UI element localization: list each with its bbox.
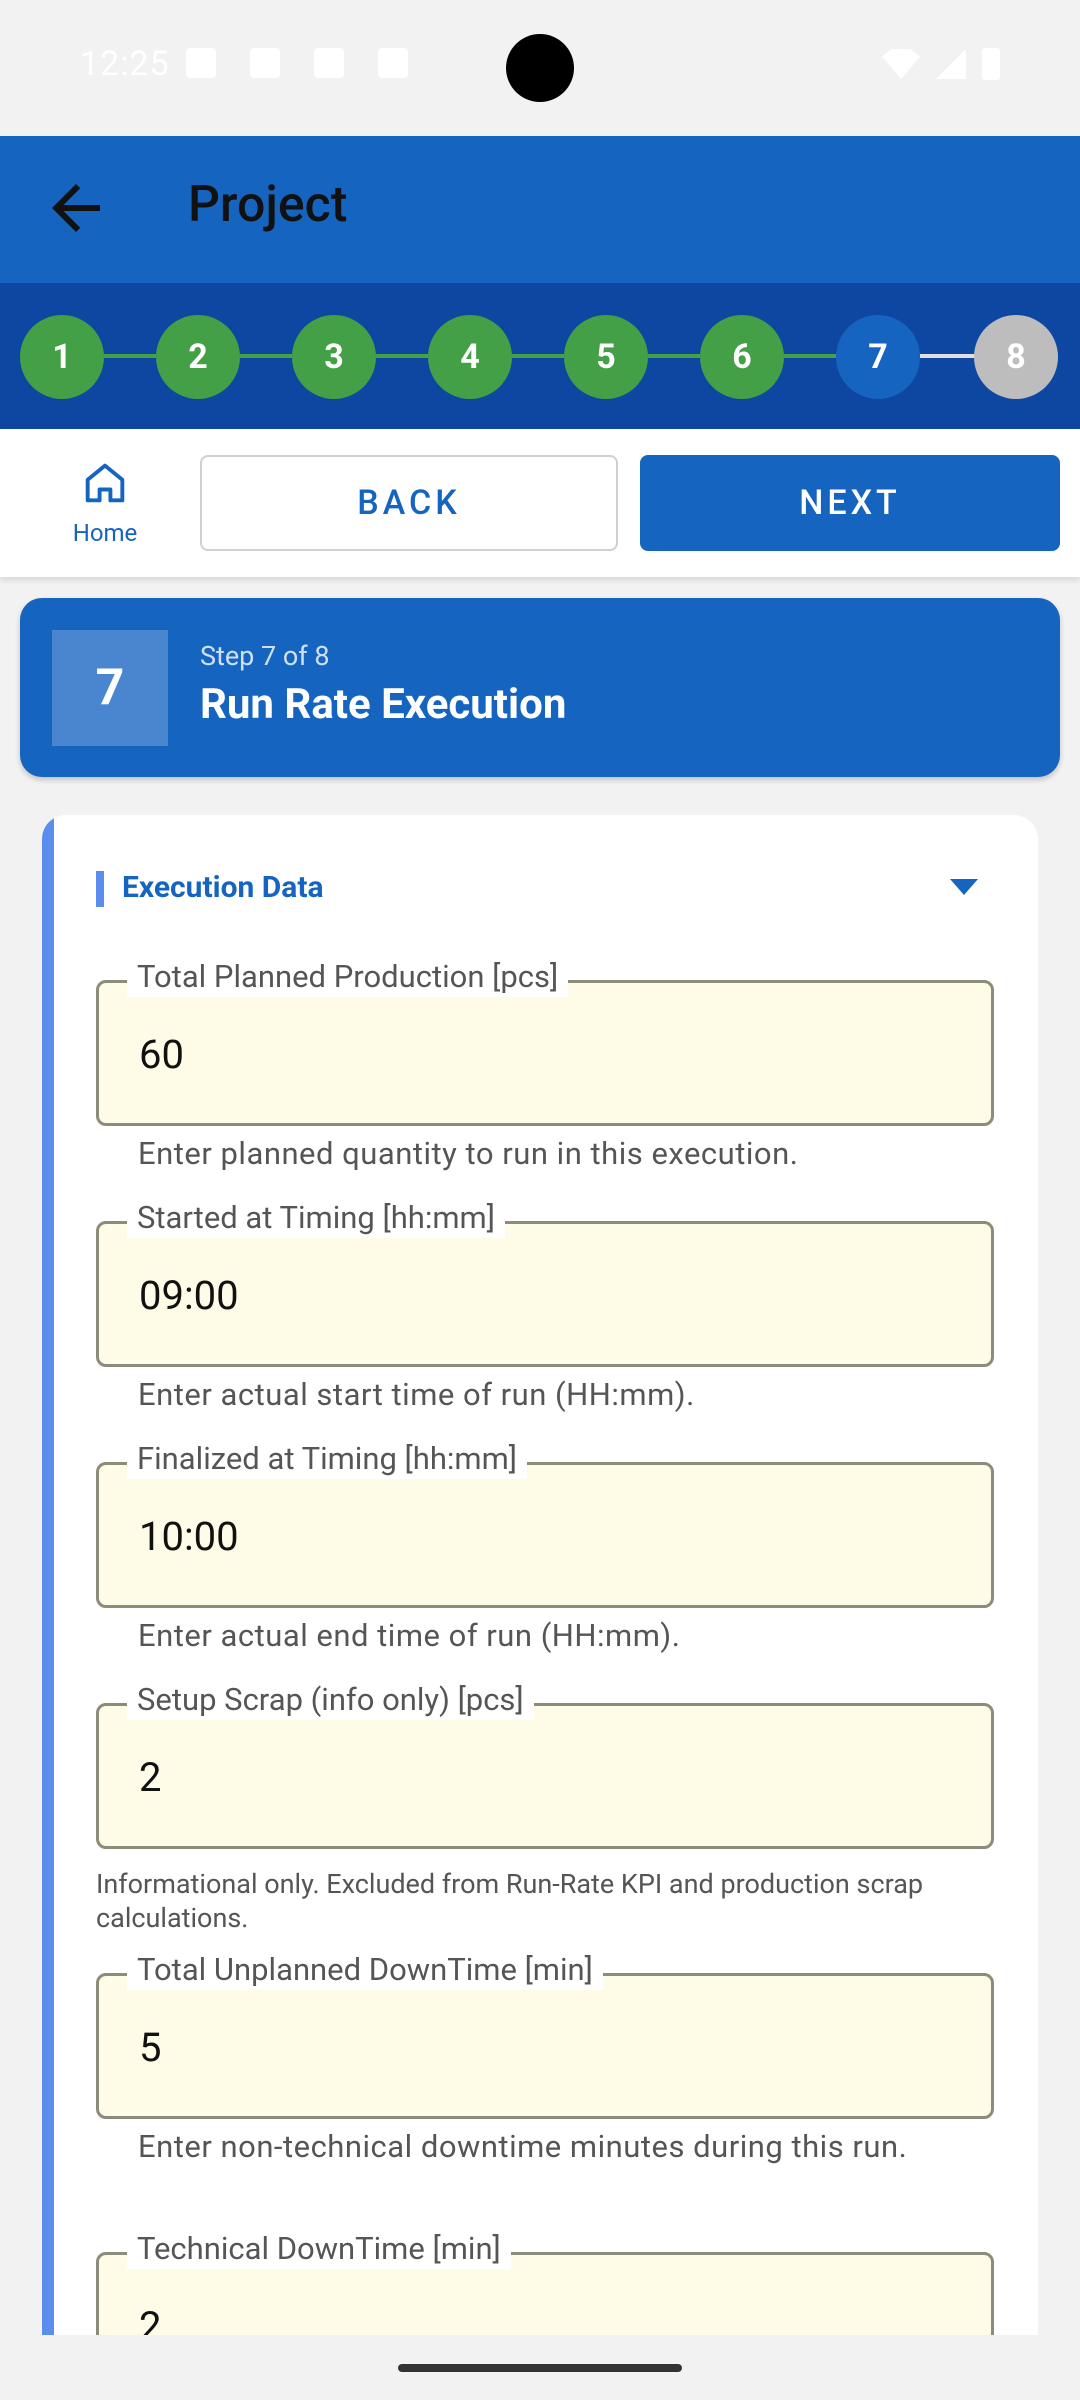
field-value[interactable]: 2 [139,1754,161,1801]
sd-card-icon [314,48,344,78]
finalized-at-timing-field[interactable]: Finalized at Timing [hh:mm] 10:00 [96,1439,994,1608]
field-helper-text: Enter planned quantity to run in this ex… [138,1135,799,1172]
field-value[interactable]: 60 [139,1031,184,1078]
field-helper-text: Enter actual start time of run (HH:mm). [138,1376,695,1413]
shield-icon [186,48,216,78]
download-icon [250,48,280,78]
field-label: Started at Timing [hh:mm] [127,1198,505,1238]
step-3[interactable]: 3 [292,315,376,399]
field-helper-text: Informational only. Excluded from Run-Ra… [96,1868,924,1934]
step-connector [240,354,292,358]
execution-data-card: Execution Data Total Planned Production … [42,815,1038,2335]
step-title: Run Rate Execution [200,680,567,729]
progress-stepper: 1 2 3 4 5 6 7 8 [0,283,1080,429]
field-helper-text: Enter non-technical downtime minutes dur… [138,2128,908,2165]
status-bar: 12:25 [0,0,1080,136]
home-button[interactable]: Home [40,449,170,559]
total-planned-production-field[interactable]: Total Planned Production [pcs] 60 [96,957,994,1126]
wifi-icon [882,49,920,79]
field-label: Finalized at Timing [hh:mm] [127,1439,528,1479]
home-icon [85,463,125,503]
field-value[interactable]: 10:00 [139,1513,239,1560]
field-label: Total Planned Production [pcs] [127,957,569,997]
section-title[interactable]: Execution Data [122,870,324,905]
back-button[interactable]: BACK [200,455,618,551]
notification-icons [186,48,408,78]
step-number-badge: 7 [52,630,168,746]
field-value[interactable]: 2 [139,2303,161,2335]
collapse-chevron-icon[interactable] [950,879,978,895]
field-helper-text: Enter actual end time of run (HH:mm). [138,1617,681,1654]
field-label: Technical DownTime [min] [127,2229,511,2269]
font-icon [378,48,408,78]
home-label: Home [72,519,138,547]
app-bar: Project [0,136,1080,283]
step-connector [648,354,700,358]
technical-downtime-field[interactable]: Technical DownTime [min] 2 [96,2229,994,2335]
step-1[interactable]: 1 [20,315,104,399]
step-progress-text: Step 7 of 8 [200,640,330,672]
signal-icon [936,49,966,79]
status-time: 12:25 [80,44,170,84]
system-icons [882,48,1000,80]
field-label: Total Unplanned DownTime [min] [127,1950,603,1990]
field-value[interactable]: 09:00 [139,1272,239,1319]
camera-cutout [506,34,574,102]
section-marker [96,871,104,907]
step-5[interactable]: 5 [564,315,648,399]
step-7[interactable]: 7 [836,315,920,399]
step-header: 7 Step 7 of 8 Run Rate Execution [20,598,1060,777]
step-connector [784,354,836,358]
field-label: Setup Scrap (info only) [pcs] [127,1680,534,1720]
step-connector [104,354,156,358]
step-6[interactable]: 6 [700,315,784,399]
page-title: Project [188,176,348,234]
card-accent-bar [42,815,54,2335]
step-connector [376,354,428,358]
step-2[interactable]: 2 [156,315,240,399]
gesture-handle[interactable] [398,2364,682,2372]
total-unplanned-downtime-field[interactable]: Total Unplanned DownTime [min] 5 [96,1950,994,2119]
battery-icon [982,48,1000,80]
setup-scrap-field[interactable]: Setup Scrap (info only) [pcs] 2 [96,1680,994,1849]
started-at-timing-field[interactable]: Started at Timing [hh:mm] 09:00 [96,1198,994,1367]
step-4[interactable]: 4 [428,315,512,399]
step-connector [512,354,564,358]
step-8[interactable]: 8 [974,315,1058,399]
nav-row: Home BACK NEXT [0,429,1080,577]
back-arrow-icon[interactable] [40,172,112,244]
next-button[interactable]: NEXT [640,455,1060,551]
field-value[interactable]: 5 [139,2024,161,2071]
step-connector [920,354,978,358]
